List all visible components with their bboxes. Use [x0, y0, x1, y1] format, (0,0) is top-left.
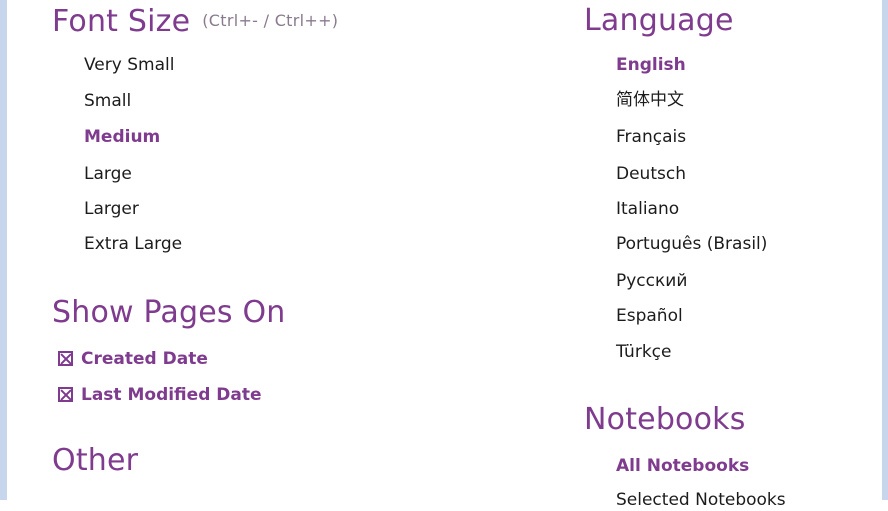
- show-pages-on-heading: Show Pages On: [52, 295, 286, 330]
- font-size-option-very-small[interactable]: Very Small: [84, 54, 174, 76]
- other-heading: Other: [52, 443, 139, 478]
- font-size-shortcut-hint: (Ctrl+- / Ctrl++): [202, 11, 339, 30]
- font-size-option-small[interactable]: Small: [84, 90, 131, 112]
- created-date-checkbox[interactable]: Created Date: [58, 348, 208, 370]
- created-date-label: Created Date: [81, 349, 208, 369]
- font-size-heading: Font Size (Ctrl+- / Ctrl++): [52, 4, 339, 39]
- language-option-french[interactable]: Français: [616, 126, 686, 148]
- checkbox-checked-icon: [58, 387, 73, 402]
- notebooks-heading: Notebooks: [584, 402, 746, 437]
- language-option-chinese-simplified[interactable]: 简体中文: [616, 89, 684, 111]
- language-option-portuguese-brazil[interactable]: Português (Brasil): [616, 233, 767, 255]
- language-option-english[interactable]: English: [616, 54, 686, 76]
- language-option-turkish[interactable]: Türkçe: [616, 341, 671, 363]
- language-option-italian[interactable]: Italiano: [616, 198, 679, 220]
- font-size-option-larger[interactable]: Larger: [84, 198, 139, 220]
- language-option-spanish[interactable]: Español: [616, 305, 683, 327]
- font-size-option-extra-large[interactable]: Extra Large: [84, 233, 182, 255]
- notebooks-option-all[interactable]: All Notebooks: [616, 455, 749, 477]
- language-option-german[interactable]: Deutsch: [616, 163, 686, 185]
- font-size-option-large[interactable]: Large: [84, 163, 132, 185]
- checkbox-checked-icon: [58, 351, 73, 366]
- last-modified-date-checkbox[interactable]: Last Modified Date: [58, 384, 262, 406]
- language-option-russian[interactable]: Русский: [616, 270, 687, 292]
- language-heading: Language: [584, 3, 734, 38]
- font-size-option-medium[interactable]: Medium: [84, 126, 160, 148]
- last-modified-date-label: Last Modified Date: [81, 385, 262, 405]
- notebooks-option-selected[interactable]: Selected Notebooks: [616, 489, 786, 511]
